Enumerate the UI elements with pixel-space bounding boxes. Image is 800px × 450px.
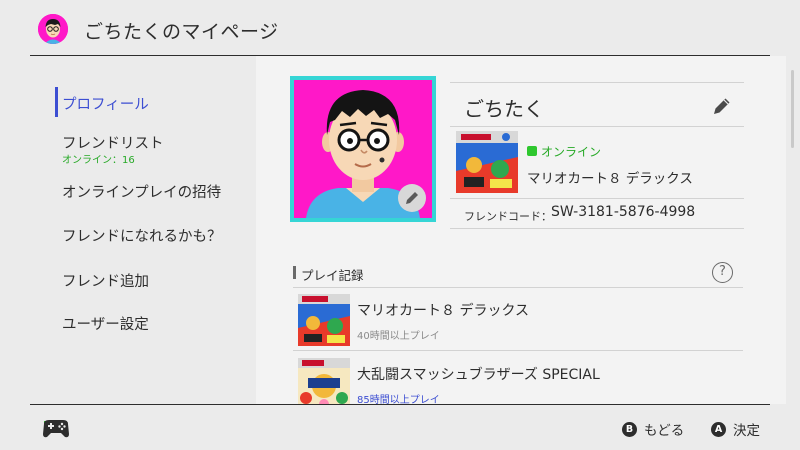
footer-divider [30,404,770,405]
confirm-button[interactable]: A 決定 [711,419,760,439]
mario-kart-cover-icon [456,131,518,193]
section-marker [293,266,296,279]
current-game-thumbnail [456,131,518,193]
play-history-item[interactable]: 大乱闘スマッシュブラザーズ SPECIAL 85時間以上プレイ [293,351,743,404]
play-history-title: プレイ記録 [301,268,364,283]
game-title: 大乱闘スマッシュブラザーズ SPECIAL [357,367,600,383]
header: ごちたくのマイページ [0,0,800,56]
current-game-title: マリオカート８ デラックス [527,171,693,187]
sidebar-item-online-invites[interactable]: オンラインプレイの招待 [62,181,221,202]
game-thumbnail [298,358,350,404]
back-label: もどる [644,423,685,439]
confirm-label: 決定 [733,423,760,439]
divider [450,126,744,127]
pencil-icon [406,192,418,204]
help-icon[interactable]: ? [712,262,733,283]
friend-code-value: SW-3181-5876-4998 [551,204,696,220]
edit-avatar-button[interactable] [398,184,426,212]
game-thumbnail [298,294,350,346]
profile-panel: ごちたく オンライン マリオカート８ デラックス フレンドコード： SW-318… [256,56,786,404]
a-button-icon: A [711,421,726,437]
scrollbar[interactable] [791,70,794,148]
nav-active-indicator [55,87,58,117]
play-history-item[interactable]: マリオカート８ デラックス 40時間以上プレイ [293,287,743,353]
b-button-icon: B [622,421,637,437]
friend-online-count: オンライン：16 [62,155,135,166]
page-title: ごちたくのマイページ [84,21,279,43]
username: ごちたく [464,97,544,121]
online-status-icon [527,146,537,156]
controller-icon [40,410,72,442]
sidebar-item-friend-list[interactable]: フレンドリスト [62,132,164,153]
mario-kart-cover-icon [298,294,350,346]
user-avatar[interactable] [38,14,68,44]
play-time: 85時間以上プレイ [357,395,440,404]
divider [450,82,744,83]
smash-bros-cover-icon [298,358,350,404]
back-button[interactable]: B もどる [622,419,684,439]
friend-code-label: フレンドコード： [464,210,552,223]
divider [450,228,744,229]
sidebar-item-profile[interactable]: プロフィール [62,93,149,114]
pencil-icon [714,98,730,114]
profile-picture[interactable] [290,76,436,222]
sidebar-item-friend-suggestions[interactable]: フレンドになれるかも？ [62,225,222,246]
online-status: オンライン [541,145,602,159]
sidebar-item-add-friend[interactable]: フレンド追加 [62,270,149,291]
game-title: マリオカート８ デラックス [357,303,530,319]
edit-name-button[interactable] [712,96,732,116]
sidebar-item-user-settings[interactable]: ユーザー設定 [62,313,149,334]
sidebar: プロフィール フレンドリスト オンライン：16 オンラインプレイの招待 フレンド… [0,56,256,404]
play-time: 40時間以上プレイ [357,331,440,342]
divider [450,198,744,199]
